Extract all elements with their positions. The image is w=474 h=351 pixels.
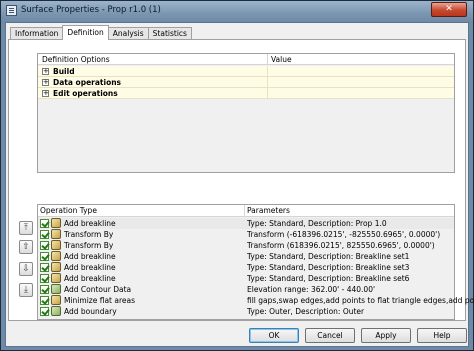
definition-grid-header: Definition Options Value xyxy=(38,54,454,65)
operation-checkbox[interactable] xyxy=(40,230,49,239)
definition-row-label: Edit operations xyxy=(53,89,118,98)
operation-parameters: Transform (-618396.0215', -825550.6965',… xyxy=(247,230,441,239)
apply-button[interactable]: Apply xyxy=(361,328,411,343)
operation-parameters: Type: Standard, Description: Prop 1.0 xyxy=(247,219,387,228)
definition-tab-panel: Definition Options Value + Build + Data … xyxy=(8,39,474,321)
move-up-icon: ⇧ xyxy=(22,242,30,252)
operation-parameters: Transform (618396.0215', 825550.6965', 0… xyxy=(247,241,435,250)
operation-row[interactable]: Add breakline Type: Standard, Descriptio… xyxy=(38,251,454,262)
help-button[interactable]: Help xyxy=(417,328,467,343)
column-divider xyxy=(267,66,268,77)
move-to-bottom-icon: ⤓ xyxy=(24,285,28,295)
operation-checkbox[interactable] xyxy=(40,285,49,294)
operation-checkbox[interactable] xyxy=(40,241,49,250)
column-header-parameters[interactable]: Parameters xyxy=(247,206,290,215)
definition-row-label: Build xyxy=(53,67,75,76)
definition-row-label: Data operations xyxy=(53,78,122,87)
operation-checkbox[interactable] xyxy=(40,252,49,261)
move-to-top-button[interactable]: ⤒ xyxy=(19,221,33,235)
expand-icon[interactable]: + xyxy=(42,68,49,75)
operations-grid-header: Operation Type Parameters xyxy=(38,205,454,217)
operation-row[interactable]: Add breakline Type: Standard, Descriptio… xyxy=(38,273,454,284)
column-divider[interactable] xyxy=(267,54,268,65)
operation-parameters: Elevation range: 362.00' - 440.00' xyxy=(247,285,376,294)
operation-row[interactable]: Add boundary Type: Outer, Description: O… xyxy=(38,306,454,317)
breakline-icon xyxy=(51,251,61,261)
move-to-top-icon: ⤒ xyxy=(24,223,28,233)
operation-checkbox[interactable] xyxy=(40,263,49,272)
transform-icon xyxy=(51,240,61,250)
expand-icon[interactable]: + xyxy=(42,79,49,86)
tab-strip: Information Definition Analysis Statisti… xyxy=(10,25,192,40)
operation-type: Transform By xyxy=(64,230,114,239)
operation-row[interactable]: Transform By Transform (618396.0215', 82… xyxy=(38,240,454,251)
operation-row[interactable]: Add breakline Type: Standard, Descriptio… xyxy=(38,262,454,273)
column-header-definition-options[interactable]: Definition Options xyxy=(42,55,110,64)
breakline-icon xyxy=(51,262,61,272)
column-header-value[interactable]: Value xyxy=(271,55,292,64)
operation-type: Minimize flat areas xyxy=(64,296,135,305)
expand-icon[interactable]: + xyxy=(42,90,49,97)
dialog-client: Information Definition Analysis Statisti… xyxy=(5,22,474,347)
column-divider xyxy=(267,88,268,99)
surface-properties-dialog: Surface Properties - Prop r1.0 (1) ✕ Inf… xyxy=(0,0,474,351)
window-title: Surface Properties - Prop r1.0 (1) xyxy=(21,5,161,15)
move-down-button[interactable]: ⇩ xyxy=(19,262,33,276)
boundary-icon xyxy=(51,306,61,316)
operation-checkbox[interactable] xyxy=(40,307,49,316)
operation-checkbox[interactable] xyxy=(40,219,49,228)
operation-parameters: fill gaps,swap edges,add points to flat … xyxy=(247,296,474,305)
definition-row-edit-operations[interactable]: + Edit operations xyxy=(38,88,454,99)
operation-parameters: Type: Outer, Description: Outer xyxy=(247,307,365,316)
operation-row[interactable]: Minimize flat areas fill gaps,swap edges… xyxy=(38,295,474,306)
cancel-button[interactable]: Cancel xyxy=(305,328,355,343)
operation-type: Add breakline xyxy=(64,252,116,261)
definition-row-data-operations[interactable]: + Data operations xyxy=(38,77,454,88)
minimize-flat-areas-icon xyxy=(51,295,61,305)
breakline-icon xyxy=(51,273,61,283)
move-up-button[interactable]: ⇧ xyxy=(19,240,33,254)
tab-definition[interactable]: Definition xyxy=(62,25,109,40)
operation-parameters: Type: Standard, Description: Breakline s… xyxy=(247,252,410,261)
operation-type: Add breakline xyxy=(64,274,116,283)
operation-type: Add boundary xyxy=(64,307,117,316)
close-button[interactable]: ✕ xyxy=(431,2,467,17)
operation-type: Add Contour Data xyxy=(64,285,132,294)
operation-row[interactable]: Transform By Transform (-618396.0215', -… xyxy=(38,229,454,240)
dialog-icon xyxy=(6,5,17,16)
column-divider xyxy=(267,77,268,88)
operation-checkbox[interactable] xyxy=(40,296,49,305)
operations-grid: Operation Type Parameters Add breakline … xyxy=(37,204,474,320)
operation-checkbox[interactable] xyxy=(40,274,49,283)
operation-parameters: Type: Standard, Description: Breakline s… xyxy=(247,263,410,272)
operation-type: Transform By xyxy=(64,241,114,250)
contour-data-icon xyxy=(51,284,61,294)
title-bar[interactable]: Surface Properties - Prop r1.0 (1) ✕ xyxy=(1,1,473,21)
column-divider[interactable] xyxy=(244,205,245,217)
operation-row[interactable]: Add breakline Type: Standard, Descriptio… xyxy=(38,218,454,229)
operation-type: Add breakline xyxy=(64,263,116,272)
move-down-icon: ⇩ xyxy=(22,264,30,274)
ok-button[interactable]: OK xyxy=(249,328,299,343)
column-header-operation-type[interactable]: Operation Type xyxy=(40,206,97,215)
move-to-bottom-button[interactable]: ⤓ xyxy=(19,283,33,297)
operation-parameters: Type: Standard, Description: Breakline s… xyxy=(247,274,410,283)
definition-row-build[interactable]: + Build xyxy=(38,66,454,77)
operation-type: Add breakline xyxy=(64,219,116,228)
transform-icon xyxy=(51,229,61,239)
definition-options-grid: Definition Options Value + Build + Data … xyxy=(37,53,455,173)
operation-row[interactable]: Add Contour Data Elevation range: 362.00… xyxy=(38,284,454,295)
breakline-icon xyxy=(51,218,61,228)
